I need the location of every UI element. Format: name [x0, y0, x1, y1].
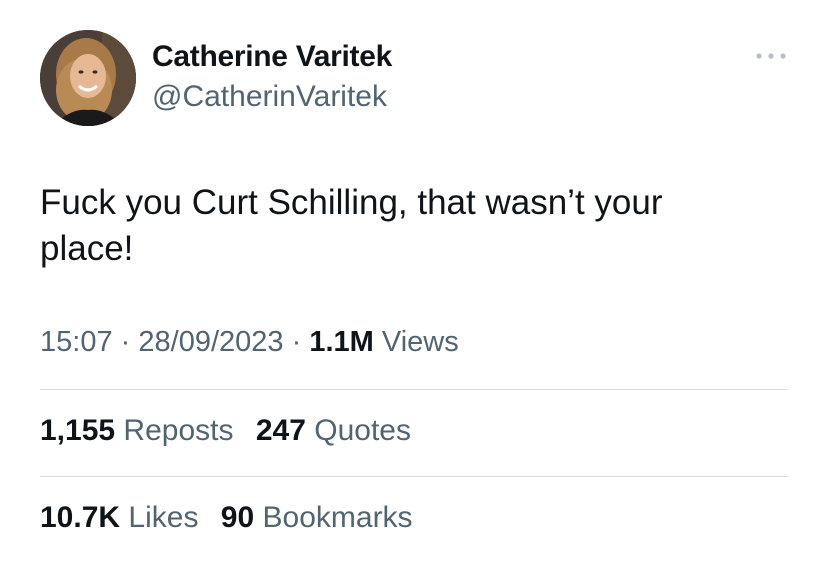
- bookmarks-label: Bookmarks: [262, 501, 413, 534]
- tweet-time[interactable]: 15:07: [40, 326, 113, 358]
- divider: [40, 389, 788, 390]
- reposts-label: Reposts: [123, 414, 234, 447]
- reposts-count: 1,155: [40, 414, 116, 447]
- tweet-text: Fuck you Curt Schilling, that wasn’t you…: [40, 180, 780, 272]
- bookmarks-count: 90: [220, 501, 255, 534]
- divider: [40, 476, 788, 477]
- likes-label: Likes: [128, 501, 199, 534]
- engagement-row-reposts: 1,155 Reposts 247 Quotes: [40, 414, 425, 448]
- quotes-count: 247: [255, 414, 306, 447]
- profile-photo-icon: [40, 30, 136, 126]
- tweet-meta: 15:07 · 28/09/2023 · 1.1M Views: [40, 326, 459, 359]
- likes-stat[interactable]: 10.7K Likes: [40, 501, 198, 535]
- tweet-text-line-1: Fuck you Curt Schilling, that wasn’t you…: [40, 183, 663, 222]
- views-label: Views: [381, 326, 459, 358]
- display-name[interactable]: Catherine Varitek: [152, 40, 392, 74]
- tweet-date[interactable]: 28/09/2023: [138, 326, 283, 358]
- meta-separator: ·: [120, 326, 131, 358]
- quotes-stat[interactable]: 247 Quotes: [256, 414, 411, 448]
- views-count: 1.1M: [309, 326, 374, 358]
- user-handle[interactable]: @CatherinVaritek: [152, 80, 387, 114]
- ellipsis-icon: [756, 53, 786, 59]
- engagement-row-likes: 10.7K Likes 90 Bookmarks: [40, 501, 427, 535]
- avatar[interactable]: [40, 30, 136, 126]
- reposts-stat[interactable]: 1,155 Reposts: [40, 414, 233, 448]
- more-options-button[interactable]: [752, 44, 790, 68]
- tweet-text-line-2: place!: [40, 229, 134, 268]
- quotes-label: Quotes: [314, 414, 411, 447]
- likes-count: 10.7K: [40, 501, 121, 534]
- meta-separator: ·: [291, 326, 302, 358]
- bookmarks-stat[interactable]: 90 Bookmarks: [221, 501, 413, 535]
